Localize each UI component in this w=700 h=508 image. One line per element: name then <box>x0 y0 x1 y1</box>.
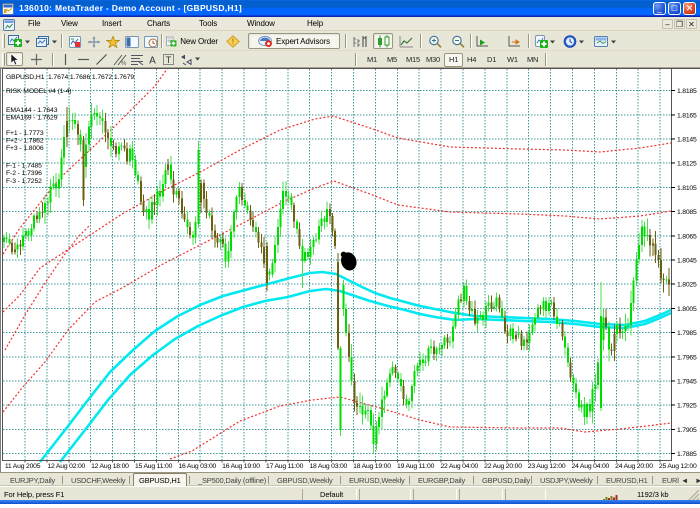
svg-text:19 Aug 11:00: 19 Aug 11:00 <box>397 463 435 470</box>
svg-text:12 Aug 02:00: 12 Aug 02:00 <box>47 463 85 470</box>
svg-text:22 Aug 20:00: 22 Aug 20:00 <box>484 463 522 470</box>
svg-text:F+2 - 1.7862: F+2 - 1.7862 <box>6 137 44 144</box>
svg-text:1.8145: 1.8145 <box>677 137 697 144</box>
svg-text:18 Aug 03:00: 18 Aug 03:00 <box>309 463 347 470</box>
svg-text:1.7945: 1.7945 <box>677 379 697 386</box>
svg-text:1.8185: 1.8185 <box>677 88 697 95</box>
svg-text:RISK MODEL #4 (1-4): RISK MODEL #4 (1-4) <box>6 88 71 95</box>
svg-text:18 Aug 19:00: 18 Aug 19:00 <box>353 463 391 470</box>
svg-text:1.8045: 1.8045 <box>677 258 697 265</box>
svg-text:F-1 - 1.7485: F-1 - 1.7485 <box>6 163 42 170</box>
svg-text:%: % <box>121 61 127 66</box>
svg-text:15 Aug 11:00: 15 Aug 11:00 <box>135 463 173 470</box>
svg-text:F-2 - 1.7396: F-2 - 1.7396 <box>6 170 42 177</box>
svg-text:T: T <box>166 55 172 65</box>
svg-text:1.8025: 1.8025 <box>677 282 697 289</box>
svg-text:A: A <box>149 55 156 66</box>
svg-text:22 Aug 04:00: 22 Aug 04:00 <box>440 463 478 470</box>
svg-text:1.7985: 1.7985 <box>677 330 697 337</box>
svg-text:16 Aug 03:00: 16 Aug 03:00 <box>178 463 216 470</box>
svg-text:1.7905: 1.7905 <box>677 427 697 434</box>
svg-text:!: ! <box>232 38 234 47</box>
svg-text:EMA144 - 1.7643: EMA144 - 1.7643 <box>6 107 58 114</box>
svg-text:16 Aug 19:00: 16 Aug 19:00 <box>222 463 260 470</box>
svg-text:17 Aug 11:00: 17 Aug 11:00 <box>266 463 304 470</box>
svg-text:GBPUSD,H1 1.7674 1.7686 1.767: GBPUSD,H1 1.7674 1.7686 1.7672 1.7679 <box>6 74 134 81</box>
svg-text:1.8105: 1.8105 <box>677 185 697 192</box>
svg-text:F+3 - 1.8006: F+3 - 1.8006 <box>6 145 44 152</box>
svg-text:1.8005: 1.8005 <box>677 306 697 313</box>
svg-text:12 Aug 18:00: 12 Aug 18:00 <box>91 463 129 470</box>
svg-text:1.8065: 1.8065 <box>677 233 697 240</box>
svg-text:1.8085: 1.8085 <box>677 209 697 216</box>
svg-text:25 Aug 12:00: 25 Aug 12:00 <box>659 463 697 470</box>
svg-text:24 Aug 20:00: 24 Aug 20:00 <box>615 463 653 470</box>
svg-text:EMA169 - 1.7629: EMA169 - 1.7629 <box>6 115 58 122</box>
svg-text:1.8125: 1.8125 <box>677 161 697 168</box>
svg-text:23 Aug 12:00: 23 Aug 12:00 <box>528 463 566 470</box>
svg-text:11 Aug 2005: 11 Aug 2005 <box>5 463 41 470</box>
svg-text:1.7965: 1.7965 <box>677 354 697 361</box>
svg-text:1.7925: 1.7925 <box>677 403 697 410</box>
svg-text:1.7885: 1.7885 <box>677 451 697 458</box>
svg-text:24 Aug 04:00: 24 Aug 04:00 <box>571 463 609 470</box>
svg-text:F-3 - 1.7252: F-3 - 1.7252 <box>6 178 42 185</box>
svg-text:F+1 - 1.7773: F+1 - 1.7773 <box>6 130 44 137</box>
svg-text:1.8165: 1.8165 <box>677 112 697 119</box>
